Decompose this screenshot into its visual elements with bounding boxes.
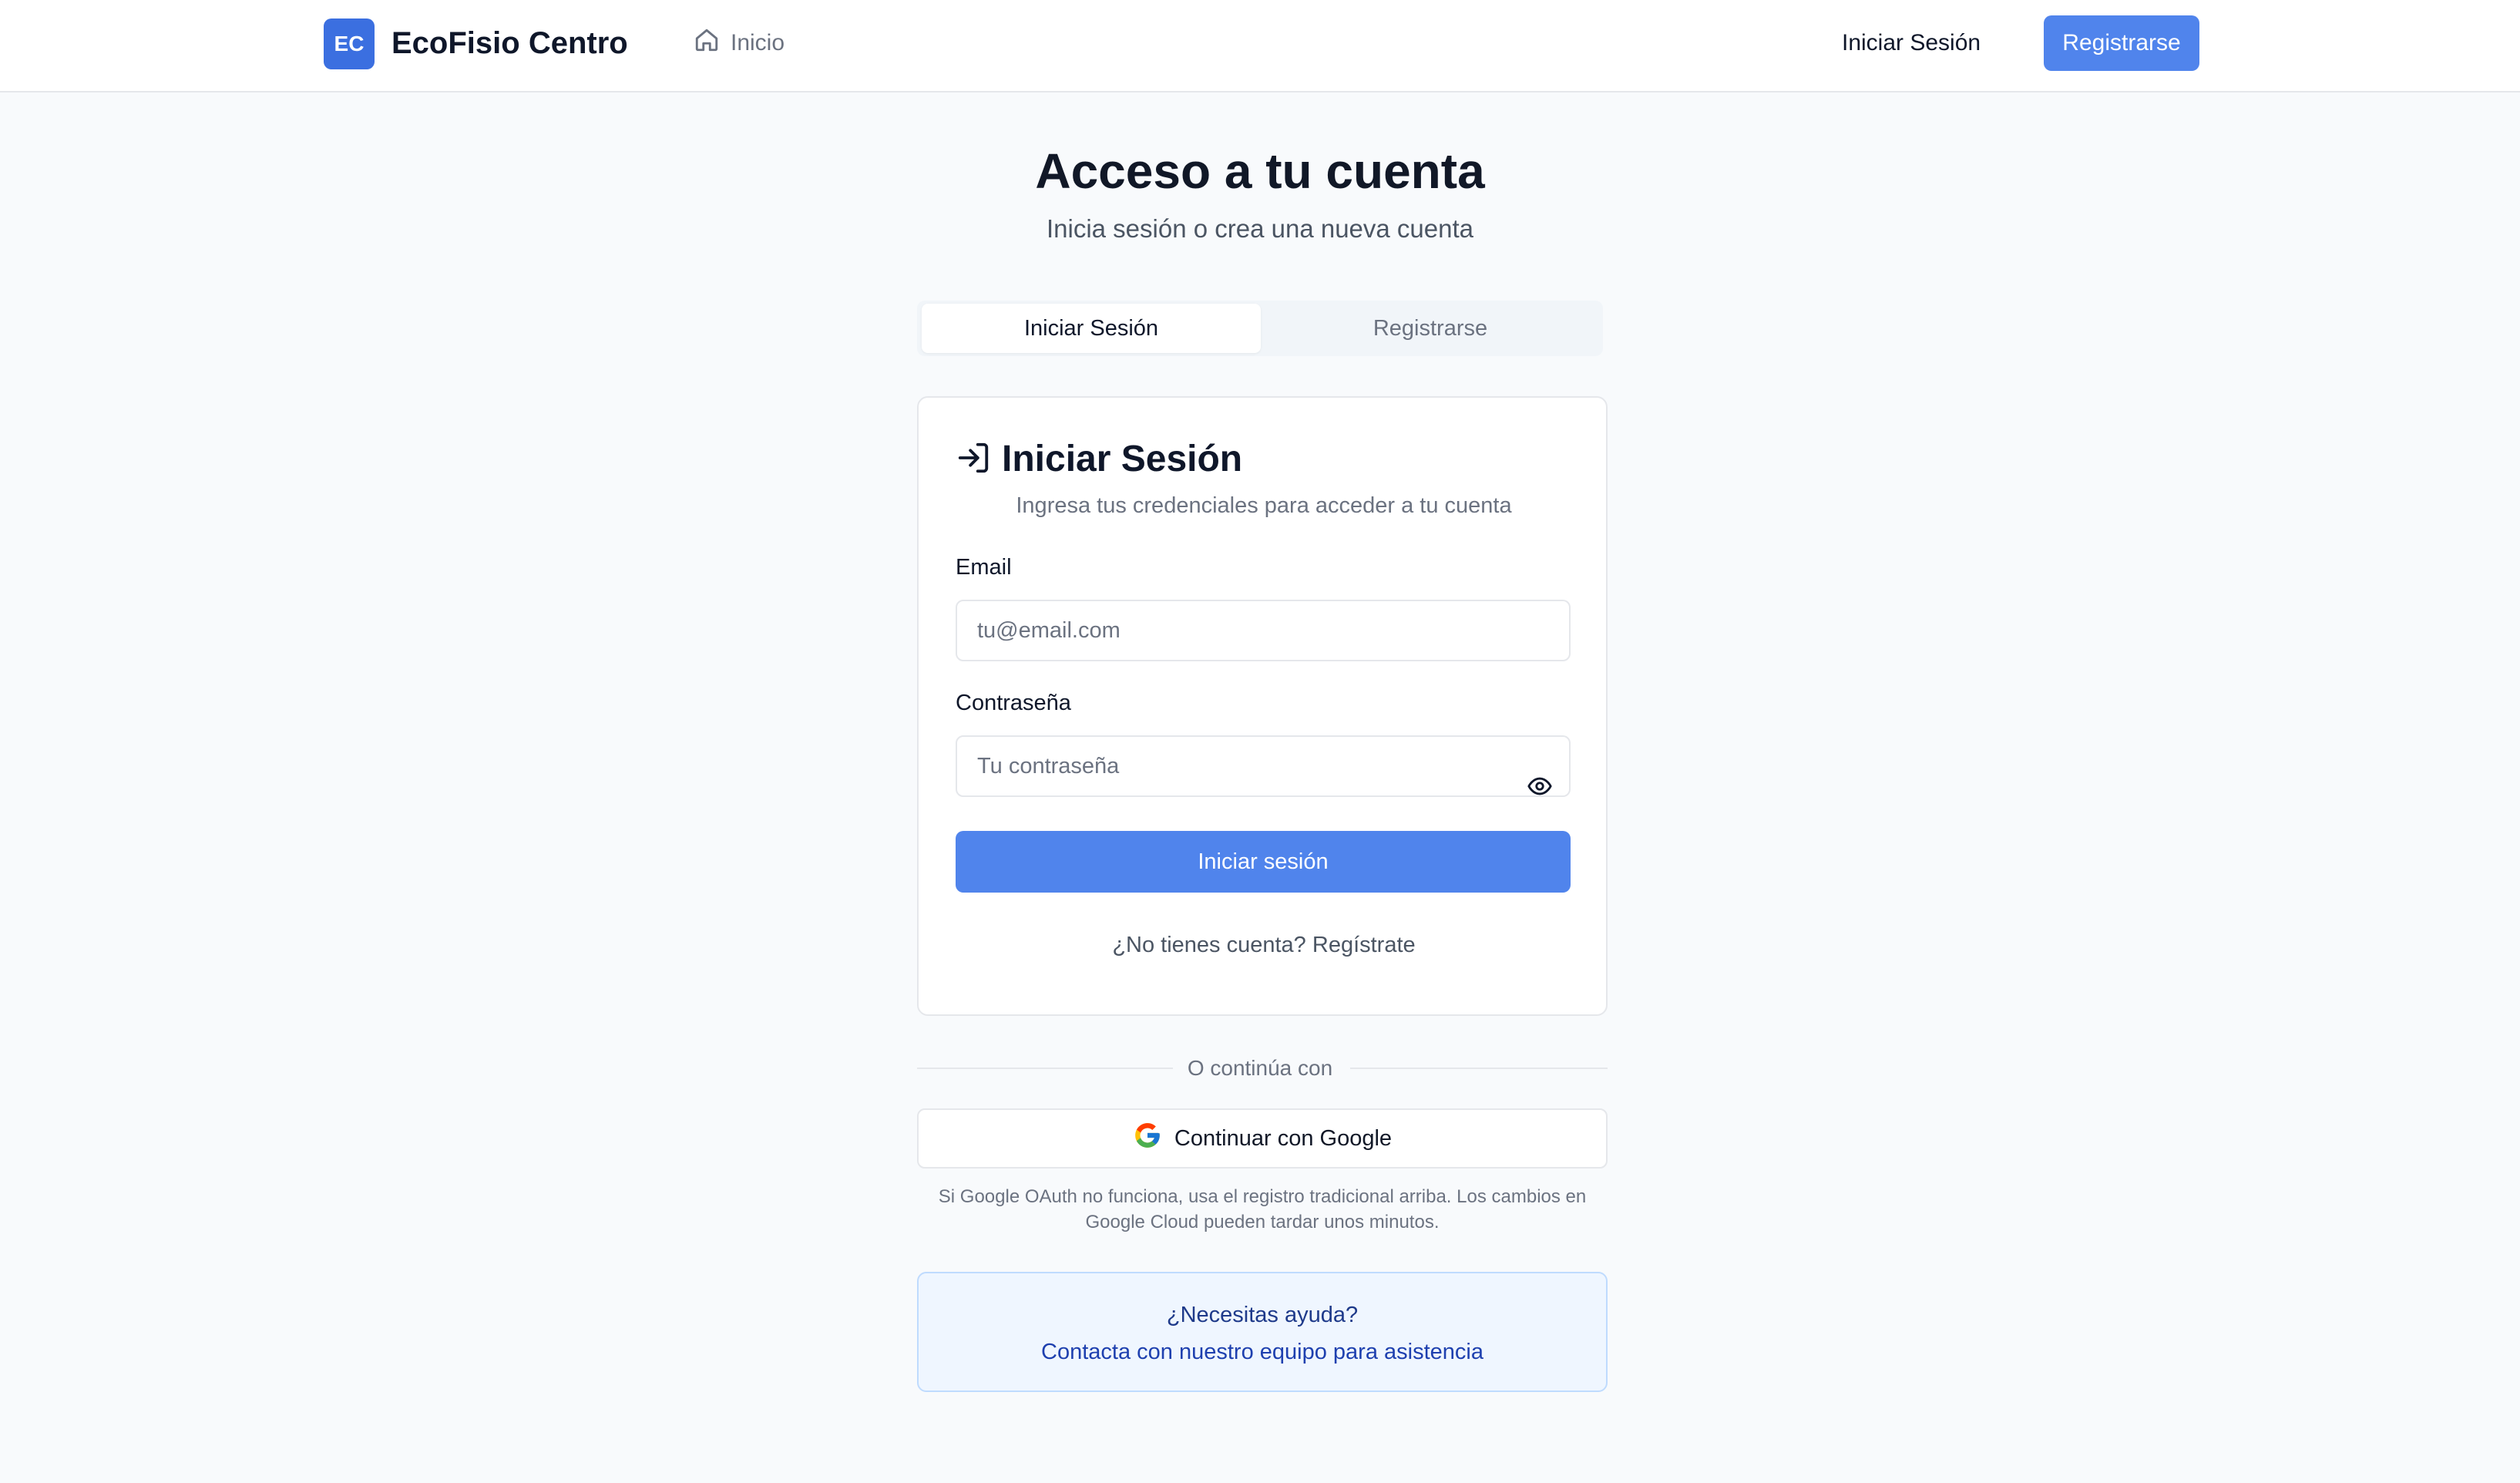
home-icon	[694, 27, 720, 59]
toggle-password-visibility[interactable]	[1523, 771, 1557, 805]
log-in-icon	[956, 440, 991, 479]
oauth-note: Si Google OAuth no funciona, usa el regi…	[938, 1186, 1587, 1232]
card-header: Iniciar Sesión	[956, 436, 1242, 483]
tab-register[interactable]: Registrarse	[1261, 304, 1600, 353]
help-box: ¿Necesitas ayuda? Contacta con nuestro e…	[917, 1272, 1608, 1392]
help-contact-link[interactable]: Contacta con nuestro equipo para asisten…	[919, 1337, 1606, 1367]
header-register-button[interactable]: Registrarse	[2044, 15, 2199, 71]
eye-icon	[1527, 773, 1553, 803]
page-title: Acceso a tu cuenta	[1035, 143, 1485, 199]
login-card: Iniciar Sesión Ingresa tus credenciales …	[917, 396, 1608, 1016]
email-label: Email	[956, 555, 1012, 580]
header-login-link[interactable]: Iniciar Sesión	[1842, 23, 1981, 63]
top-navbar: EC EcoFisio Centro Inicio Iniciar Sesión…	[0, 0, 2520, 92]
tab-login[interactable]: Iniciar Sesión	[922, 304, 1261, 353]
page-subtitle: Inicia sesión o crea una nueva cuenta	[1046, 214, 1474, 243]
google-button-label: Continuar con Google	[1174, 1125, 1393, 1151]
logo-badge[interactable]: EC	[324, 18, 375, 69]
nav-home-link[interactable]: Inicio	[694, 23, 785, 63]
auth-tabs: Iniciar Sesión Registrarse	[917, 301, 1603, 356]
help-title: ¿Necesitas ayuda?	[1166, 1303, 1359, 1327]
card-title: Iniciar Sesión	[1002, 439, 1243, 479]
nav-home-label: Inicio	[731, 30, 785, 55]
google-signin-button[interactable]: Continuar con Google	[917, 1108, 1608, 1169]
brand-name[interactable]: EcoFisio Centro	[391, 23, 628, 63]
password-label: Contraseña	[956, 691, 1071, 715]
email-field[interactable]	[956, 600, 1571, 661]
login-submit-button[interactable]: Iniciar sesión	[956, 831, 1571, 893]
register-switch-link[interactable]: ¿No tienes cuenta? Regístrate	[919, 930, 1609, 960]
password-field[interactable]	[956, 735, 1571, 797]
google-icon	[1133, 1121, 1162, 1156]
card-description: Ingresa tus credenciales para acceder a …	[1016, 493, 1512, 518]
divider-text: O continúa con	[1187, 1056, 1333, 1080]
